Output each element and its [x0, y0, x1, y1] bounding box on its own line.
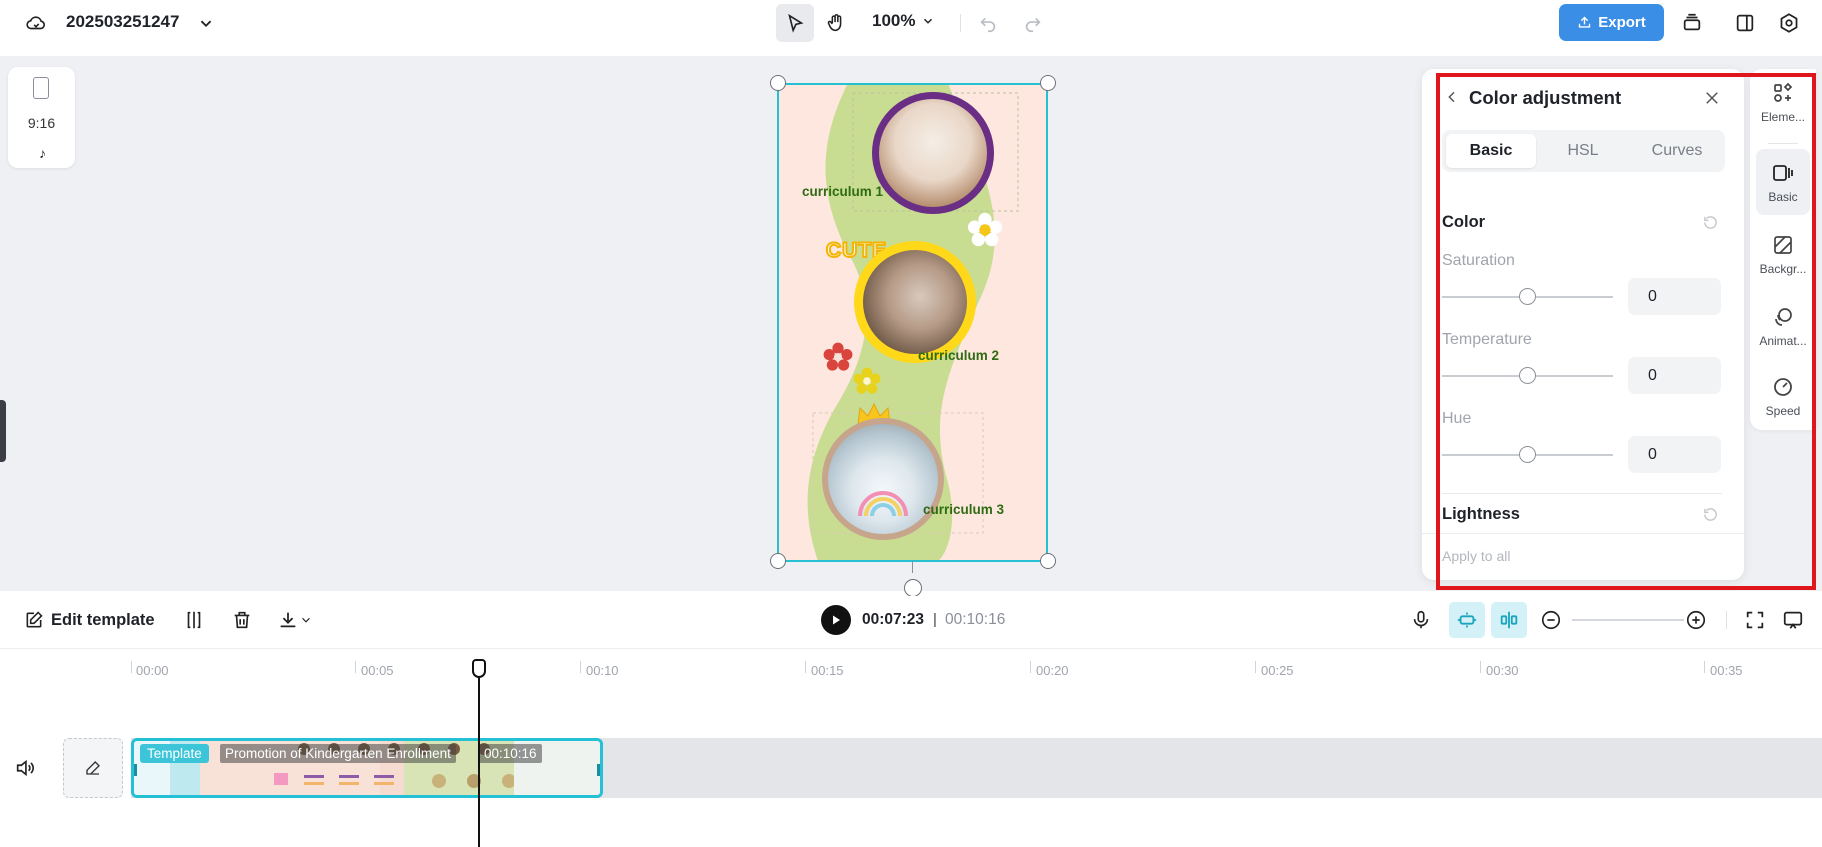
resize-handle-top-left[interactable]	[770, 75, 786, 91]
pencil-icon	[86, 761, 100, 775]
ruler-label: 00:30	[1486, 663, 1519, 678]
aspect-ratio-label: 9:16	[27, 115, 56, 131]
ruler-tick	[355, 661, 356, 673]
settings-icon[interactable]	[1771, 5, 1807, 41]
current-time: 00:07:23	[862, 611, 925, 628]
divider	[1726, 611, 1727, 629]
redo-icon[interactable]	[1015, 5, 1051, 41]
time-separator: |	[933, 611, 937, 628]
select-tool-icon[interactable]	[776, 4, 814, 42]
edit-icon	[26, 611, 43, 628]
split-icon[interactable]	[179, 605, 209, 635]
timeline-zoom-slider[interactable]	[1572, 619, 1684, 621]
ruler-tick	[1480, 661, 1481, 673]
clip-duration: 00:10:16	[479, 744, 542, 763]
highlight-box	[1436, 73, 1816, 590]
left-panel-toggle[interactable]	[0, 400, 6, 462]
workspace: 9:16 ♪ curriculum 1 CUTE curriculum 2 cu…	[0, 56, 1822, 597]
timeline[interactable]: 00:00 00:05 00:10 00:15 00:20 00:25 00:3…	[0, 648, 1822, 847]
divider	[960, 14, 961, 32]
top-bar: 202503251247 100% Export	[0, 0, 1822, 46]
resize-handle-top-right[interactable]	[1040, 75, 1056, 91]
hand-tool-icon[interactable]	[818, 5, 854, 41]
tiktok-icon: ♪	[39, 145, 46, 161]
zoom-dropdown[interactable]: 100%	[872, 11, 935, 31]
playhead[interactable]	[478, 661, 480, 847]
magnet-snap-icon[interactable]	[1449, 602, 1485, 638]
zoom-value: 100%	[872, 11, 916, 30]
total-time: 00:10:16	[945, 611, 1006, 628]
edit-template-button[interactable]: Edit template	[24, 610, 155, 630]
undo-icon[interactable]	[970, 5, 1006, 41]
rotate-stem	[912, 561, 913, 573]
export-button[interactable]: Export	[1559, 4, 1664, 41]
cover-edit-button[interactable]	[63, 738, 123, 798]
resize-handle-bottom-right[interactable]	[1040, 553, 1056, 569]
ruler-tick	[1255, 661, 1256, 673]
playback-toolbar: Edit template 00:07:23 | 00:10:16	[0, 596, 1822, 644]
ruler-tick	[131, 661, 132, 673]
ruler-tick	[580, 661, 581, 673]
ruler-label: 00:05	[361, 663, 394, 678]
ruler-label: 00:15	[811, 663, 844, 678]
chevron-down-icon	[924, 18, 933, 24]
template-clip[interactable]: Template Promotion of Kindergarten Enrol…	[131, 738, 603, 798]
layers-icon[interactable]	[1674, 5, 1710, 41]
ruler-tick	[805, 661, 806, 673]
clip-trim-handle-right[interactable]	[597, 764, 600, 776]
zoom-in-icon[interactable]	[1681, 605, 1711, 635]
rotate-handle[interactable]	[904, 579, 922, 597]
play-icon	[833, 615, 840, 625]
chevron-down-icon[interactable]	[188, 5, 224, 41]
ruler-label: 00:10	[586, 663, 619, 678]
ruler-tick	[1704, 661, 1705, 673]
chevron-down-icon[interactable]	[297, 605, 315, 635]
phone-icon	[33, 77, 49, 99]
layout-icon[interactable]	[1727, 5, 1763, 41]
audio-icon[interactable]	[14, 757, 36, 784]
play-button[interactable]	[821, 605, 851, 635]
aspect-ratio-card[interactable]: 9:16 ♪	[8, 67, 75, 168]
clip-trim-handle-left[interactable]	[134, 764, 137, 776]
ruler-label: 00:25	[1261, 663, 1294, 678]
ruler-label: 00:35	[1710, 663, 1743, 678]
zoom-out-icon[interactable]	[1536, 605, 1566, 635]
playhead-handle[interactable]	[472, 659, 486, 678]
split-align-icon[interactable]	[1491, 602, 1527, 638]
delete-icon[interactable]	[227, 605, 257, 635]
ruler-tick	[1030, 661, 1031, 673]
ruler-label: 00:20	[1036, 663, 1069, 678]
fullscreen-icon[interactable]	[1740, 605, 1770, 635]
cloud-icon[interactable]	[18, 5, 54, 41]
clip-name: Promotion of Kindergarten Enrollment	[220, 744, 456, 763]
selection-frame	[777, 83, 1048, 562]
template-badge: Template	[140, 744, 209, 763]
upload-icon	[1579, 16, 1591, 28]
project-title[interactable]: 202503251247	[66, 12, 179, 32]
resize-handle-bottom-left[interactable]	[770, 553, 786, 569]
caption-icon[interactable]	[1778, 605, 1808, 635]
ruler-label: 00:00	[136, 663, 169, 678]
export-label: Export	[1598, 14, 1646, 31]
edit-template-label: Edit template	[51, 610, 155, 629]
microphone-icon[interactable]	[1406, 605, 1436, 635]
